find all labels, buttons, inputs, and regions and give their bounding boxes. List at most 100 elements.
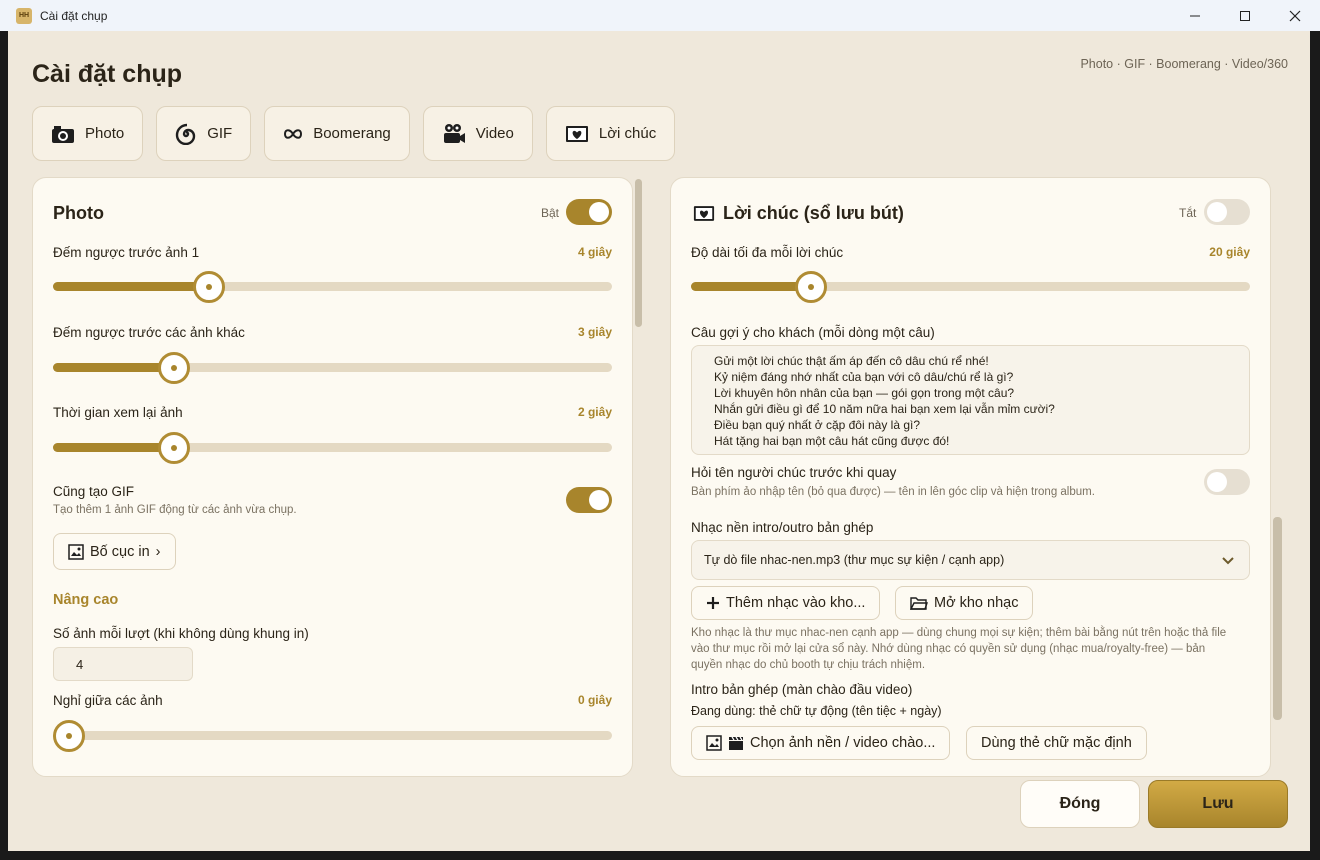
maximize-button[interactable] xyxy=(1220,0,1270,31)
tab-boomerang-label: Boomerang xyxy=(313,125,391,142)
photo-enable-toggle[interactable] xyxy=(566,199,612,225)
chevron-right-icon: › xyxy=(155,543,161,560)
music-label: Nhạc nền intro/outro bản ghép xyxy=(691,520,874,535)
close-button[interactable]: Đóng xyxy=(1020,780,1140,828)
add-music-label: Thêm nhạc vào kho... xyxy=(726,595,866,611)
tab-video[interactable]: Video xyxy=(422,106,533,161)
video-camera-icon xyxy=(443,123,465,143)
intro-label: Intro bản ghép (màn chào đầu video) xyxy=(691,682,913,697)
slider-thumb[interactable] xyxy=(158,432,190,464)
camera-icon xyxy=(52,125,74,143)
choose-intro-background-label: Chọn ảnh nền / video chào... xyxy=(750,735,936,751)
picture-icon xyxy=(706,735,722,751)
choose-intro-background-button[interactable]: Chọn ảnh nền / video chào... xyxy=(691,726,951,760)
tab-boomerang[interactable]: Boomerang xyxy=(264,106,410,161)
prompt-line: Nhắn gửi điều gì để 10 năm nữa hai bạn x… xyxy=(714,402,1055,416)
review-time-slider[interactable] xyxy=(53,432,612,464)
toggle-knob xyxy=(1207,472,1227,492)
print-layout-button[interactable]: Bố cục in › xyxy=(53,533,176,570)
music-select[interactable]: Tự dò file nhac-nen.mp3 (thư mục sự kiện… xyxy=(691,540,1250,580)
picture-icon xyxy=(68,543,84,560)
review-time-label: Thời gian xem lại ảnh xyxy=(53,405,183,420)
folder-icon xyxy=(910,597,928,610)
photo-panel-title: Photo xyxy=(53,203,104,223)
also-gif-hint: Tạo thêm 1 ảnh GIF động từ các ảnh vừa c… xyxy=(53,504,297,516)
tab-gif[interactable]: GIF xyxy=(156,106,252,161)
prompts-textarea[interactable]: Gửi một lời chúc thật ấm áp đến cô dâu c… xyxy=(691,345,1250,455)
minimize-icon xyxy=(1190,15,1200,16)
guestbook-enable-toggle[interactable] xyxy=(1204,199,1250,225)
prompt-line: Gửi một lời chúc thật ấm áp đến cô dâu c… xyxy=(714,354,989,368)
prompt-line: Điều bạn quý nhất ở cặp đôi này là gì? xyxy=(714,418,921,432)
tab-photo[interactable]: Photo xyxy=(32,106,144,161)
intro-current-text: Đang dùng: thẻ chữ tự động (tên tiệc + n… xyxy=(691,704,942,718)
music-select-value: Tự dò file nhac-nen.mp3 (thư mục sự kiện… xyxy=(704,553,1005,567)
tab-gif-label: GIF xyxy=(207,125,233,142)
use-default-card-label: Dùng thẻ chữ mặc định xyxy=(981,735,1132,751)
modes-subtitle: Photo · GIF · Boomerang · Video/360 xyxy=(1080,57,1288,71)
tab-guestbook[interactable]: Lời chúc xyxy=(545,106,676,161)
also-gif-label: Cũng tạo GIF xyxy=(53,484,135,499)
open-music-library-button[interactable]: Mở kho nhạc xyxy=(895,586,1034,620)
slider-thumb[interactable] xyxy=(795,271,827,303)
slider-fill xyxy=(53,443,174,452)
slider-fill xyxy=(691,282,811,291)
maximize-icon xyxy=(1240,10,1250,21)
countdown-first-label: Đếm ngược trước ảnh 1 xyxy=(53,245,200,260)
slider-fill xyxy=(53,282,209,291)
countdown-first-value: 4 giây xyxy=(577,245,612,259)
left-panel-scrollbar[interactable] xyxy=(635,179,642,327)
photo-toggle-label: Bật xyxy=(541,206,560,220)
use-default-card-button[interactable]: Dùng thẻ chữ mặc định xyxy=(966,726,1147,760)
open-music-library-label: Mở kho nhạc xyxy=(934,595,1019,611)
app-icon: HH xyxy=(16,7,32,24)
close-window-button[interactable] xyxy=(1270,0,1320,31)
shots-per-round-input[interactable]: 4 xyxy=(53,647,193,681)
pause-between-slider[interactable] xyxy=(53,720,612,752)
toggle-knob xyxy=(589,202,609,222)
page-title: Cài đặt chụp xyxy=(32,60,183,88)
chevron-down-icon xyxy=(1222,557,1234,565)
prompt-line: Kỷ niệm đáng nhớ nhất của bạn với cô dâu… xyxy=(714,370,1014,384)
add-music-button[interactable]: Thêm nhạc vào kho... xyxy=(691,586,881,620)
music-note-line: quyền nhạc do chủ booth tự chịu trách nh… xyxy=(691,659,926,671)
slider-thumb[interactable] xyxy=(53,720,85,752)
music-note-line: Kho nhạc là thư mục nhac-nen cạnh app — … xyxy=(691,627,1227,639)
music-note: Kho nhạc là thư mục nhac-nen cạnh app — … xyxy=(691,625,1261,673)
tab-guestbook-label: Lời chúc xyxy=(598,125,657,142)
guestbook-panel-title: Lời chúc (sổ lưu bút) xyxy=(723,203,904,223)
slider-thumb[interactable] xyxy=(158,352,190,384)
music-note-line: vào thư mục rồi mở lại cửa sổ này. Nhớ d… xyxy=(691,643,1206,655)
review-time-value: 2 giây xyxy=(577,405,612,419)
countdown-other-value: 3 giây xyxy=(577,325,612,339)
countdown-other-label: Đếm ngược trước các ảnh khác xyxy=(53,325,245,340)
countdown-first-slider[interactable] xyxy=(53,271,612,303)
prompt-line: Lời khuyên hôn nhân của bạn — gói gọn tr… xyxy=(714,386,1015,400)
clapperboard-icon xyxy=(729,736,743,750)
pause-between-label: Nghỉ giữa các ảnh xyxy=(53,693,163,708)
ask-name-toggle[interactable] xyxy=(1204,469,1250,495)
max-length-value: 20 giây xyxy=(1209,245,1250,259)
print-layout-label: Bố cục in xyxy=(90,543,150,560)
window-controls xyxy=(1170,0,1320,31)
slider-thumb[interactable] xyxy=(193,271,225,303)
right-panel-scrollbar[interactable] xyxy=(1273,517,1282,720)
prompts-label: Câu gợi ý cho khách (mỗi dòng một câu) xyxy=(691,325,935,340)
pause-between-value: 0 giây xyxy=(577,693,612,707)
max-length-label: Độ dài tối đa mỗi lời chúc xyxy=(691,245,844,260)
settings-window: Cài đặt chụp Photo · GIF · Boomerang · V… xyxy=(8,31,1310,851)
toggle-knob xyxy=(589,490,609,510)
close-icon xyxy=(1289,10,1301,21)
minimize-button[interactable] xyxy=(1170,0,1220,31)
prompt-line: Hát tặng hai bạn một câu hát cũng được đ… xyxy=(714,434,950,448)
tab-video-label: Video xyxy=(475,125,514,142)
window-title: Cài đặt chụp xyxy=(40,8,108,23)
envelope-heart-icon xyxy=(565,125,588,142)
max-length-slider[interactable] xyxy=(691,271,1250,303)
also-gif-toggle[interactable] xyxy=(566,487,612,513)
slider-fill xyxy=(53,363,174,372)
mode-tabs: Photo GIF Boomerang Video Lời chúc xyxy=(32,106,676,161)
guestbook-toggle-label: Tắt xyxy=(1179,206,1197,220)
countdown-other-slider[interactable] xyxy=(53,352,612,384)
save-button[interactable]: Lưu xyxy=(1148,780,1288,828)
